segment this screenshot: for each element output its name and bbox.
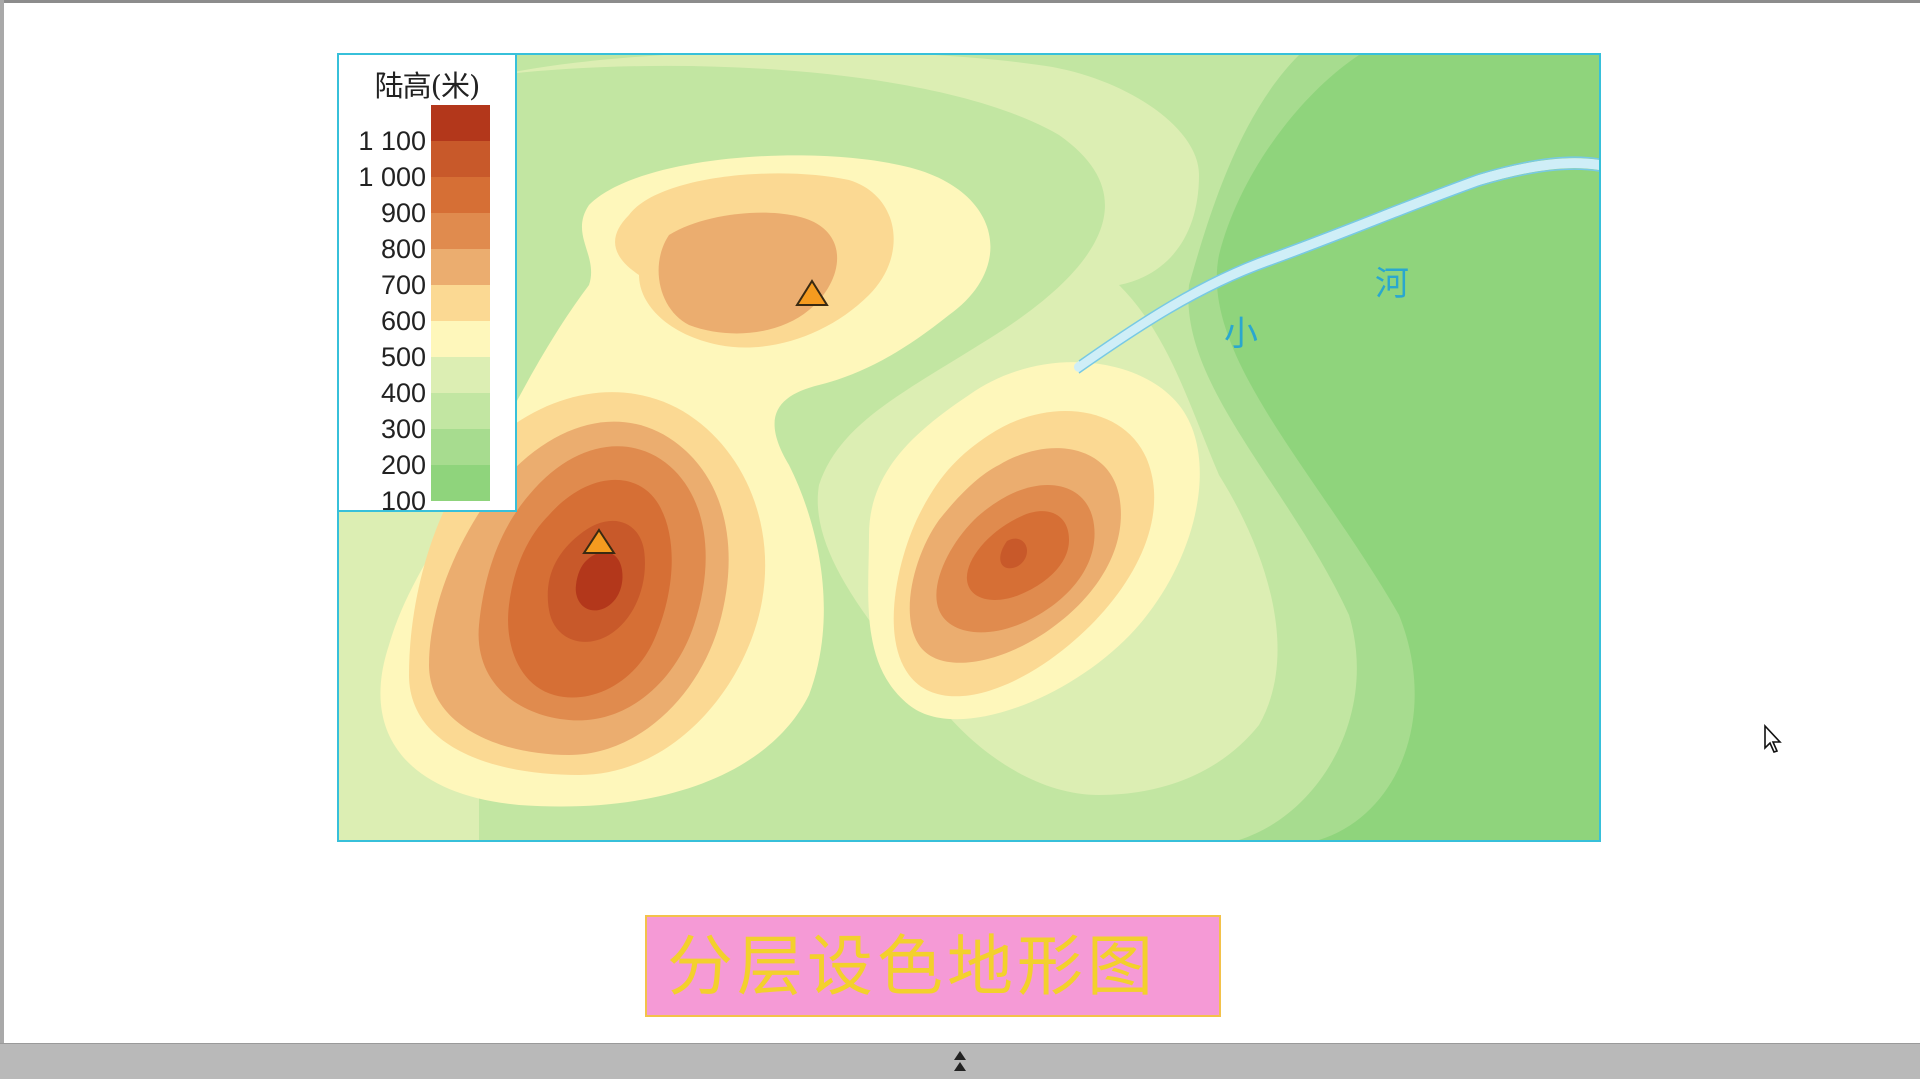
mouse-pointer-icon — [1764, 724, 1782, 753]
terrain-svg: 小 河 — [339, 55, 1599, 840]
caption-title: 分层设色地形图 — [667, 928, 1157, 1005]
legend-swatch — [431, 429, 490, 465]
legend-swatch — [431, 321, 490, 357]
elevation-legend: 陆高(米) 1 100 1 000 900 800 700 600 500 400 300 200… — [337, 53, 517, 512]
legend-tick-label: 800 — [381, 234, 426, 264]
legend-swatch — [431, 357, 490, 393]
legend-swatch — [431, 141, 490, 177]
legend-tick-label: 900 — [381, 198, 426, 228]
legend-swatch — [431, 249, 490, 285]
legend-tick-label: 200 — [381, 450, 426, 480]
caption-box: 分层设色地形图 — [645, 915, 1221, 1017]
legend-tick-label: 500 — [381, 342, 426, 372]
legend-tick-label: 1 100 — [358, 126, 426, 156]
legend-swatch — [431, 177, 490, 213]
legend-tick-label: 600 — [381, 306, 426, 336]
legend-tick-label: 1 000 — [358, 162, 426, 192]
legend-swatch — [431, 105, 490, 141]
layered-color-topographic-map: 小 河 — [337, 53, 1601, 842]
river-label-xiao: 小 — [1224, 314, 1258, 354]
legend-tick-label: 300 — [381, 414, 426, 444]
scroll-up-arrow-icon[interactable] — [948, 1043, 972, 1078]
legend-tick-label: 400 — [381, 378, 426, 408]
legend-scale: 1 100 1 000 900 800 700 600 500 400 300 200 100 — [358, 105, 490, 510]
legend-tick-label: 100 — [381, 486, 426, 510]
legend-swatch — [431, 465, 490, 501]
legend-swatch — [431, 213, 490, 249]
legend-swatch — [431, 285, 490, 321]
legend-swatch — [431, 393, 490, 429]
river-label-he: 河 — [1375, 264, 1409, 304]
legend-tick-label: 700 — [381, 270, 426, 300]
